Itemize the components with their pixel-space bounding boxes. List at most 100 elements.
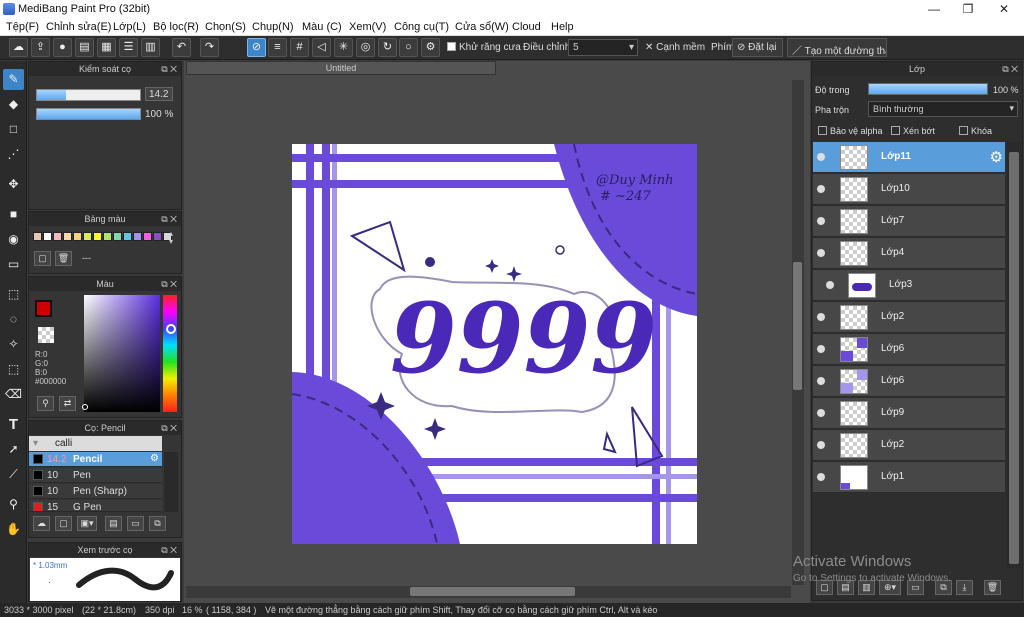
panel-close-icon[interactable]: ⧉ ✕: [161, 543, 177, 557]
folder-icon[interactable]: ▭: [127, 516, 144, 531]
menu-filter[interactable]: Bộ lọc(R): [153, 21, 199, 33]
brush-item-pencil[interactable]: 14.2 Pencil ⚙: [29, 452, 162, 467]
palette-swatch[interactable]: [123, 232, 132, 241]
horizontal-scrollbar[interactable]: [186, 586, 791, 598]
material-icon[interactable]: ▦: [97, 38, 116, 57]
menu-snap[interactable]: Chụp(N): [252, 21, 294, 33]
eye-icon[interactable]: [817, 153, 825, 161]
new-brush-icon[interactable]: ▢: [55, 516, 72, 531]
layer-row-6b[interactable]: Lớp6: [813, 366, 1005, 397]
delete-layer-icon[interactable]: 🗑: [984, 580, 1001, 595]
eye-icon[interactable]: [817, 473, 825, 481]
menu-select[interactable]: Chọn(S): [205, 21, 246, 33]
menu-view[interactable]: Xem(V): [349, 21, 386, 33]
panel-close-icon[interactable]: ⧉ ✕: [161, 277, 177, 291]
select-pen-tool-icon[interactable]: ⬚: [3, 359, 24, 380]
brush-tool-icon[interactable]: ✎: [3, 69, 24, 90]
hand-tool-icon[interactable]: ✋: [3, 519, 24, 540]
layer-row-3[interactable]: Lớp3: [813, 270, 1005, 301]
move-tool-icon[interactable]: ✥: [3, 174, 24, 195]
gradient-tool-icon[interactable]: ▭: [3, 254, 24, 275]
palette-swatch[interactable]: [73, 232, 82, 241]
color-saturation-picker[interactable]: [84, 295, 160, 412]
vertical-scroll-thumb[interactable]: [793, 262, 802, 390]
gear-icon[interactable]: ⚙: [990, 148, 1003, 166]
menu-cloud[interactable]: Cloud: [512, 21, 541, 33]
brush-size-value[interactable]: 14.2: [145, 87, 173, 101]
magic-wand-tool-icon[interactable]: ✧: [3, 334, 24, 355]
menu-file[interactable]: Tệp(F): [6, 21, 39, 33]
layer-row-4[interactable]: Lớp4: [813, 238, 1005, 269]
protect-alpha-checkbox[interactable]: Bảo vệ alpha: [818, 126, 883, 136]
snap-vanish-icon[interactable]: ◁: [312, 38, 331, 57]
brush-group-row[interactable]: ▾ calli: [29, 436, 162, 451]
hue-handle[interactable]: [166, 324, 176, 334]
lasso-tool-icon[interactable]: ◌: [3, 309, 24, 330]
eye-icon[interactable]: [817, 185, 825, 193]
trash-icon[interactable]: 🗑: [55, 251, 72, 266]
brush-list-scrollbar[interactable]: [164, 452, 178, 512]
comment-icon[interactable]: ▤: [75, 38, 94, 57]
share-icon[interactable]: ⇪: [31, 38, 50, 57]
layer-row-2b[interactable]: Lớp2: [813, 430, 1005, 461]
menu-window[interactable]: Cửa sổ(W): [455, 21, 509, 33]
menu-tools[interactable]: Công cụ(T): [394, 21, 449, 33]
snap-curve-icon[interactable]: ↻: [378, 38, 397, 57]
layer-row-11[interactable]: Lớp11 ⚙: [813, 142, 1005, 173]
text-tool-icon[interactable]: T: [3, 414, 24, 435]
menu-color[interactable]: Màu (C): [302, 21, 342, 33]
eye-icon[interactable]: [817, 217, 825, 225]
palette-swatch[interactable]: [93, 232, 102, 241]
palette-swatch[interactable]: [83, 232, 92, 241]
cloud-icon[interactable]: ☁: [9, 38, 28, 57]
panel-close-icon[interactable]: ⧉ ✕: [161, 62, 177, 76]
panel-close-icon[interactable]: ⧉ ✕: [1002, 62, 1018, 76]
antialias-checkbox[interactable]: Khử răng cưa: [447, 42, 521, 53]
layers-scroll-thumb[interactable]: [1009, 152, 1019, 564]
color-swap-icon[interactable]: ⇄: [59, 396, 76, 411]
brush-item-pen[interactable]: 10 Pen: [29, 468, 162, 483]
soft-edge-checkbox[interactable]: ✕ Cạnh mềm: [645, 42, 705, 53]
maximize-button[interactable]: ❐: [950, 0, 986, 18]
panel-close-icon[interactable]: ⧉ ✕: [161, 212, 177, 226]
correction-select[interactable]: 5 ▾: [568, 39, 638, 56]
snap-crosshatch-icon[interactable]: #: [290, 38, 309, 57]
close-button[interactable]: ✕: [986, 0, 1022, 18]
layer-row-7[interactable]: Lớp7: [813, 206, 1005, 237]
palette-swatch[interactable]: [153, 232, 162, 241]
palette-swatch[interactable]: [33, 232, 42, 241]
dot-tool-icon[interactable]: ⋰: [3, 144, 24, 165]
merge-layer-icon[interactable]: ⤓: [956, 580, 973, 595]
snap-settings-icon[interactable]: ⚙: [421, 38, 440, 57]
layer-row-10[interactable]: Lớp10: [813, 174, 1005, 205]
palette-swatch[interactable]: [43, 232, 52, 241]
eye-icon[interactable]: [817, 313, 825, 321]
panel-close-icon[interactable]: ⧉ ✕: [161, 421, 177, 435]
chat-icon[interactable]: ●: [53, 38, 72, 57]
layer-row-2[interactable]: Lớp2: [813, 302, 1005, 333]
palette-swatch[interactable]: [103, 232, 112, 241]
document-tab[interactable]: Untitled: [186, 61, 496, 75]
select-eraser-tool-icon[interactable]: ⌫: [3, 384, 24, 405]
transparent-color-swatch[interactable]: [38, 327, 54, 343]
new-palette-icon[interactable]: ▢: [34, 251, 51, 266]
select-tool-icon[interactable]: ⬚: [3, 284, 24, 305]
snap-radial-icon[interactable]: ✳: [334, 38, 353, 57]
eye-icon[interactable]: [817, 441, 825, 449]
vertical-scrollbar[interactable]: [792, 80, 804, 585]
grid-icon[interactable]: ▥: [141, 38, 160, 57]
duplicate-icon[interactable]: ⧉: [149, 516, 166, 531]
blend-mode-select[interactable]: Bình thường ▾: [868, 101, 1018, 117]
reset-button[interactable]: ⊘ Đặt lại: [732, 38, 783, 57]
minimize-button[interactable]: —: [916, 0, 952, 18]
palette-swatch[interactable]: [53, 232, 62, 241]
palette-scroll-down-icon[interactable]: ▾: [169, 237, 173, 246]
layer-row-1[interactable]: Lớp1: [813, 462, 1005, 493]
operation-tool-icon[interactable]: ➚: [3, 439, 24, 460]
eraser-tool-icon[interactable]: ◆: [3, 94, 24, 115]
brush-item-g-pen[interactable]: 15 G Pen: [29, 500, 162, 512]
list-icon[interactable]: ☰: [119, 38, 138, 57]
snap-circle-icon[interactable]: ◎: [356, 38, 375, 57]
layer-row-9[interactable]: Lớp9: [813, 398, 1005, 429]
fill-rect-tool-icon[interactable]: ■: [3, 204, 24, 225]
